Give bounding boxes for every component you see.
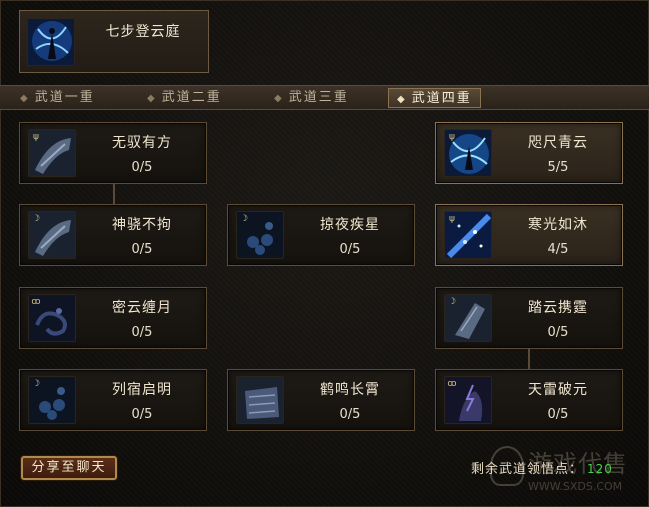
skill-name: 神骁不拘 xyxy=(112,217,172,233)
skill-card[interactable]: 鹤鸣长霄 0/5 xyxy=(227,369,415,431)
crescent-badge-icon: ☽ xyxy=(31,379,41,389)
crescent-badge-icon: ☽ xyxy=(239,214,249,224)
ice-sparkle-icon: ψ xyxy=(444,211,492,259)
skill-name: 天雷破元 xyxy=(528,382,588,398)
skill-level: 0/5 xyxy=(339,407,361,422)
skill-level: 0/5 xyxy=(131,160,153,175)
skill-card[interactable]: ψ 咫尺青云 5/5 xyxy=(435,122,623,184)
tab-tier-3[interactable]: ◆ 武道三重 xyxy=(274,88,349,108)
crescent-badge-icon: ☽ xyxy=(31,214,41,224)
diamond-icon: ◆ xyxy=(147,93,157,104)
ascending-figure-icon xyxy=(27,18,75,66)
swirl-cloud-icon: ꝏ xyxy=(28,294,76,342)
skill-name: 无驭有方 xyxy=(112,135,172,151)
scroll-wings-icon xyxy=(236,376,284,424)
rank-badge-icon: ψ xyxy=(449,214,455,224)
rank-badge-icon: ψ xyxy=(449,132,455,142)
skill-card[interactable]: ☽ 踏云携霆 0/5 xyxy=(435,287,623,349)
star-orbs-icon: ☽ xyxy=(28,376,76,424)
points-label: 剩余武道领悟点： xyxy=(471,462,584,477)
diamond-icon: ◆ xyxy=(397,94,407,105)
tab-label: 武道二重 xyxy=(161,90,222,105)
skill-level: 0/5 xyxy=(131,407,153,422)
ascending-figure-icon: ψ xyxy=(444,129,492,177)
skill-card[interactable]: ꝏ 密云缠月 0/5 xyxy=(19,287,207,349)
swirl-badge-icon: ꝏ xyxy=(31,297,41,307)
tier-tab-bar: ◆ 武道一重 ◆ 武道二重 ◆ 武道三重 ◆ 武道四重 xyxy=(0,85,649,110)
diamond-icon: ◆ xyxy=(274,93,284,104)
skill-level: 0/5 xyxy=(547,407,569,422)
crescent-badge-icon: ☽ xyxy=(447,297,457,307)
skill-card[interactable]: ☽ 列宿启明 0/5 xyxy=(19,369,207,431)
skill-card[interactable]: ☽ 掠夜疾星 0/5 xyxy=(227,204,415,266)
leaping-figure-icon: ψ xyxy=(28,129,76,177)
header-skill-card[interactable]: 七步登云庭 xyxy=(19,10,209,73)
skill-name: 寒光如沐 xyxy=(528,217,588,233)
skill-level: 5/5 xyxy=(547,160,569,175)
leaping-figure-icon: ☽ xyxy=(28,211,76,259)
skill-card[interactable]: ψ 无驭有方 0/5 xyxy=(19,122,207,184)
skill-level: 4/5 xyxy=(547,242,569,257)
skill-card[interactable]: ꝏ 天雷破元 0/5 xyxy=(435,369,623,431)
share-to-chat-button[interactable]: 分享至聊天 xyxy=(21,456,117,480)
skill-name: 列宿启明 xyxy=(112,382,172,398)
watermark-url: WWW.SXDS.COM xyxy=(528,480,623,493)
header-skill-name: 七步登云庭 xyxy=(105,24,181,40)
swirl-badge-icon: ꝏ xyxy=(447,379,457,389)
tab-tier-4[interactable]: ◆ 武道四重 xyxy=(388,88,481,108)
skill-name: 踏云携霆 xyxy=(528,300,588,316)
tab-label: 武道一重 xyxy=(34,90,95,105)
skill-name: 掠夜疾星 xyxy=(320,217,380,233)
thunder-figure-icon: ꝏ xyxy=(444,376,492,424)
skill-card[interactable]: ☽ 神骁不拘 0/5 xyxy=(19,204,207,266)
tab-tier-2[interactable]: ◆ 武道二重 xyxy=(147,88,222,108)
tab-label: 武道四重 xyxy=(411,91,472,106)
diamond-icon: ◆ xyxy=(20,93,30,104)
skill-name: 咫尺青云 xyxy=(528,135,588,151)
remaining-points: 剩余武道领悟点： 120 xyxy=(471,458,613,477)
tab-tier-1[interactable]: ◆ 武道一重 xyxy=(20,88,95,108)
skill-level: 0/5 xyxy=(131,325,153,340)
star-orbs-icon: ☽ xyxy=(236,211,284,259)
tree-connector xyxy=(528,349,530,369)
skill-level: 0/5 xyxy=(339,242,361,257)
cloud-step-icon: ☽ xyxy=(444,294,492,342)
rank-badge-icon: ψ xyxy=(33,132,39,142)
skill-level: 0/5 xyxy=(131,242,153,257)
skill-name: 密云缠月 xyxy=(112,300,172,316)
points-value: 120 xyxy=(587,462,613,476)
skill-card[interactable]: ψ 寒光如沐 4/5 xyxy=(435,204,623,266)
tab-label: 武道三重 xyxy=(288,90,349,105)
skill-level: 0/5 xyxy=(547,325,569,340)
tree-connector xyxy=(113,184,115,204)
skill-name: 鹤鸣长霄 xyxy=(320,382,380,398)
